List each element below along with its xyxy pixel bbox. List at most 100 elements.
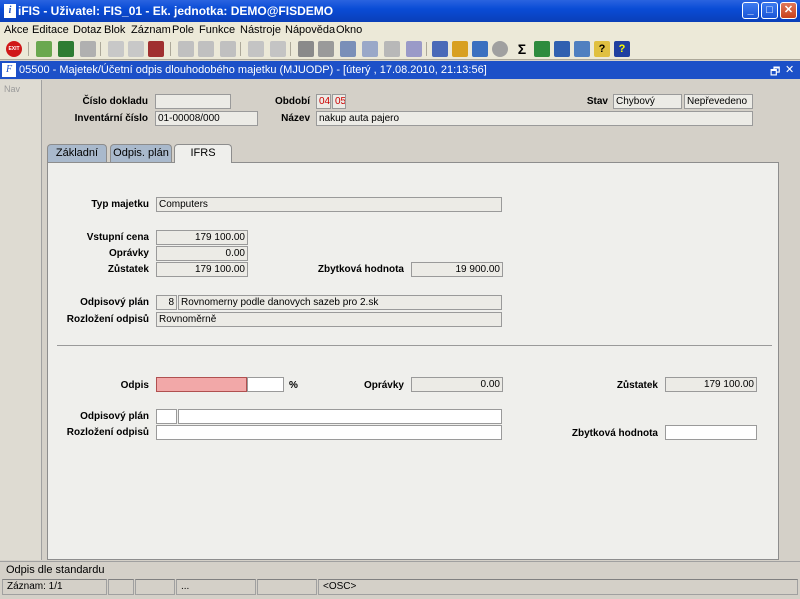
menu-zaznam[interactable]: Záznam [131,24,171,36]
filter-icon[interactable] [220,41,236,57]
status-cell-5 [257,579,317,595]
stav-field[interactable]: Chybový [613,94,682,109]
app-title-bar: i iFIS - Uživatel: FIS_01 - Ek. jednotka… [0,0,800,22]
lower-opravky-field[interactable]: 0.00 [411,377,503,392]
zustatek-field[interactable]: 179 100.00 [156,262,248,277]
odpisovy-plan-code-field[interactable]: 8 [156,295,177,310]
print-icon[interactable] [248,41,264,57]
excel-icon[interactable] [534,41,550,57]
cislo-dokladu-label: Číslo dokladu [82,96,148,107]
word-icon[interactable] [554,41,570,57]
copy-icon[interactable] [318,41,334,57]
inventarni-cislo-field[interactable]: 01-00008/000 [155,111,258,126]
tab-odpis-plan[interactable]: Odpis. plán [110,144,172,162]
zbytkova-hodnota-field[interactable]: 19 900.00 [411,262,503,277]
cislo-dokladu-field[interactable] [155,94,231,109]
print-preview-icon[interactable] [270,41,286,57]
minimize-button[interactable]: _ [742,2,759,19]
navigator-button[interactable]: Nav [4,84,20,94]
lower-zbytkova-input[interactable] [665,425,757,440]
cut-icon[interactable] [298,41,314,57]
edit-icon[interactable] [406,41,422,57]
form-window-title-bar: F 05500 - Majetek/Účetní odpis dlouhodob… [0,61,800,79]
obdobi-month-field[interactable]: 04 [316,94,331,109]
vstupni-cena-field[interactable]: 179 100.00 [156,230,248,245]
save-icon[interactable] [58,41,74,57]
mail-icon[interactable] [574,41,590,57]
menu-okno[interactable]: Okno [336,24,362,36]
enter-query-icon[interactable] [108,41,124,57]
menu-funkce[interactable]: Funkce [199,24,235,36]
odpisovy-plan-field[interactable]: Rovnomerny podle danovych sazeb pro 2.sk [178,295,502,310]
section-divider [57,345,772,346]
toolbar: EXIT Σ ? ? [0,38,800,60]
exit-icon[interactable]: EXIT [6,41,22,57]
menu-blok[interactable]: Blok [104,24,125,36]
lower-odpisovy-plan-code-input[interactable] [156,409,177,424]
nazev-label: Název [281,113,310,124]
paste-icon[interactable] [340,41,356,57]
form-close-button[interactable]: ✕ [785,63,794,76]
clock-icon[interactable] [492,41,508,57]
odpisovy-plan-label: Odpisový plán [80,297,149,308]
rozlozeni-odpisu-field[interactable]: Rovnoměrně [156,312,502,327]
odpis-input[interactable] [156,377,247,392]
obdobi-year-field[interactable]: 05 [332,94,346,109]
record-counter: Záznam: 1/1 [2,579,107,595]
status-cell-dots: ... [176,579,256,595]
help-index-icon[interactable]: ? [594,41,610,57]
chart-icon[interactable] [472,41,488,57]
odpis-unit: % [289,380,298,391]
status-message: Odpis dle standardu [6,564,105,576]
tab-zakladni[interactable]: Základní [47,144,107,162]
odpis-label: Odpis [120,380,149,391]
stav-prevod-field[interactable]: Nepřevedeno [684,94,753,109]
sort-desc-icon[interactable] [198,41,214,57]
menu-nastroje[interactable]: Nástroje [240,24,281,36]
close-button[interactable]: ✕ [780,2,797,19]
status-cell-3 [135,579,175,595]
calendar-icon[interactable] [432,41,448,57]
tab-ifrs[interactable]: IFRS [174,144,232,163]
odpis-percent-input[interactable] [247,377,284,392]
list-icon[interactable] [384,41,400,57]
cancel-query-icon[interactable] [148,41,164,57]
form-window-title: 05500 - Majetek/Účetní odpis dlouhodobéh… [19,64,487,76]
settings-icon[interactable] [452,41,468,57]
window-title: iFIS - Uživatel: FIS_01 - Ek. jednotka: … [18,4,334,18]
status-osc: <OSC> [318,579,798,595]
help-icon[interactable]: ? [614,41,630,57]
lower-rozlozeni-label: Rozložení odpisů [66,427,149,438]
lower-odpisovy-plan-input[interactable] [178,409,502,424]
opravky-label: Oprávky [108,248,149,259]
delete-icon[interactable] [80,41,96,57]
ifrs-tab-panel [47,162,779,560]
vstupni-cena-label: Vstupní cena [86,232,149,243]
ifis-app-icon: i [4,4,16,18]
typ-majetku-field[interactable]: Computers [156,197,502,212]
rozlozeni-odpisu-label: Rozložení odpisů [66,314,149,325]
zustatek-label: Zůstatek [107,264,149,275]
sum-icon[interactable]: Σ [514,41,530,57]
status-line: Odpis dle standardu [0,561,800,577]
lower-zustatek-field[interactable]: 179 100.00 [665,377,757,392]
insert-record-icon[interactable] [36,41,52,57]
inventarni-cislo-label: Inventární číslo [74,113,148,124]
menu-napoveda[interactable]: Nápověda [285,24,335,36]
menu-akce[interactable]: Akce [4,24,28,36]
maximize-button[interactable]: □ [761,2,778,19]
menu-dotaz[interactable]: Dotaz [73,24,102,36]
status-bar: Záznam: 1/1 ... <OSC> [0,577,800,599]
lower-opravky-label: Oprávky [363,380,404,391]
execute-query-icon[interactable] [128,41,144,57]
menu-editace[interactable]: Editace [32,24,69,36]
zbytkova-hodnota-label: Zbytková hodnota [317,264,404,275]
opravky-field[interactable]: 0.00 [156,246,248,261]
nazev-field[interactable]: nakup auta pajero [316,111,753,126]
find-icon[interactable] [362,41,378,57]
lower-rozlozeni-input[interactable] [156,425,502,440]
sort-asc-icon[interactable] [178,41,194,57]
stav-label: Stav [586,96,608,107]
navigator-panel: Nav [0,80,42,560]
menu-pole[interactable]: Pole [172,24,194,36]
